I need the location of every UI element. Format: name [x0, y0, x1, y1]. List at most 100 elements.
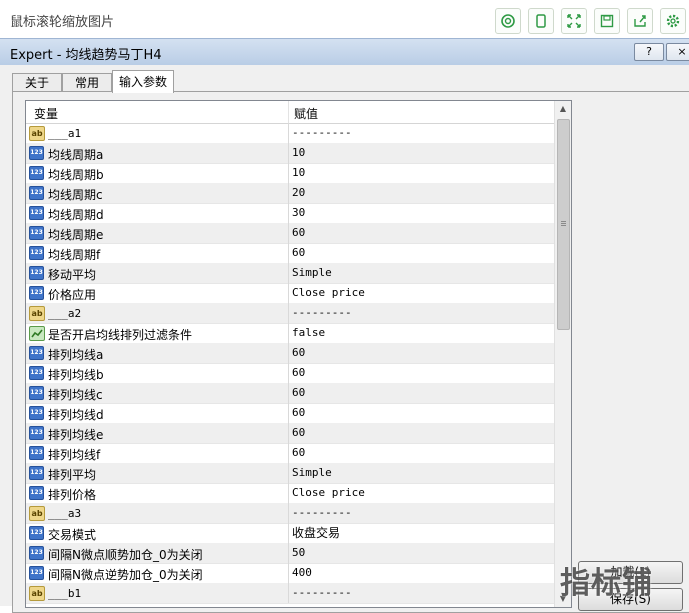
value-cell[interactable]: 60	[292, 423, 550, 443]
number-type-icon: 123	[29, 346, 44, 360]
variable-cell: 123 移动平均	[26, 263, 289, 283]
table-row[interactable]: ab ___a2 ---------	[26, 303, 554, 324]
value-cell[interactable]: 50	[292, 543, 550, 563]
table-row[interactable]: 123 均线周期c 20	[26, 183, 554, 204]
value-cell[interactable]: 60	[292, 223, 550, 243]
value-cell[interactable]: Simple	[292, 463, 550, 483]
number-type-icon: 123	[29, 446, 44, 460]
variable-cell: 是否开启均线排列过滤条件	[26, 323, 289, 343]
value-cell[interactable]: 收盘交易	[292, 523, 550, 543]
help-button[interactable]: ?	[634, 43, 664, 61]
table-row[interactable]: 123 排列均线d 60	[26, 403, 554, 424]
table-row[interactable]: 123 均线周期f 60	[26, 243, 554, 264]
variable-cell: 123 均线周期e	[26, 223, 289, 243]
table-row[interactable]: 123 交易模式 收盘交易	[26, 523, 554, 544]
table-row[interactable]: 123 均线周期b 10	[26, 163, 554, 184]
number-type-icon: 123	[29, 286, 44, 300]
tab-about[interactable]: 关于	[12, 73, 62, 92]
number-type-icon: 123	[29, 406, 44, 420]
number-type-icon: 123	[29, 426, 44, 440]
tab-inputs[interactable]: 输入参数	[112, 70, 174, 93]
table-row[interactable]: ab ___a3 ---------	[26, 503, 554, 524]
table-row[interactable]: 123 排列均线b 60	[26, 363, 554, 384]
value-cell[interactable]: Simple	[292, 263, 550, 283]
variable-name: 间隔N微点逆势加仓_0为关闭	[48, 568, 203, 582]
value-cell[interactable]: ---------	[292, 123, 550, 143]
variable-cell: ab ___b1	[26, 583, 289, 603]
phone-icon[interactable]	[528, 8, 554, 34]
close-button[interactable]: ×	[666, 43, 689, 61]
value-cell[interactable]: 30	[292, 203, 550, 223]
number-type-icon: 123	[29, 246, 44, 260]
value-cell[interactable]: Close price	[292, 483, 550, 503]
column-header-variable[interactable]: 变量	[34, 105, 58, 122]
table-row[interactable]: 123 排列平均 Simple	[26, 463, 554, 484]
scroll-thumb[interactable]	[557, 119, 570, 330]
variable-name: 排列均线f	[48, 448, 101, 462]
string-type-icon: ab	[29, 506, 45, 521]
variable-name: 均线周期f	[48, 248, 101, 262]
fullscreen-icon[interactable]	[561, 8, 587, 34]
value-cell[interactable]: 60	[292, 383, 550, 403]
table-row[interactable]: 123 均线周期d 30	[26, 203, 554, 224]
table-row[interactable]: 123 均线周期e 60	[26, 223, 554, 244]
value-cell[interactable]: 10	[292, 163, 550, 183]
table-row[interactable]: 123 间隔N微点顺势加仓_0为关闭 50	[26, 543, 554, 564]
variable-name: 交易模式	[48, 528, 97, 542]
value-cell[interactable]: 60	[292, 443, 550, 463]
number-type-icon: 123	[29, 546, 44, 560]
value-cell[interactable]: 20	[292, 183, 550, 203]
table-row[interactable]: 123 价格应用 Close price	[26, 283, 554, 304]
variable-cell: 123 均线周期d	[26, 203, 289, 223]
variable-cell: 123 排列均线c	[26, 383, 289, 403]
vertical-scrollbar[interactable]: ▲ ▼	[554, 101, 571, 607]
value-cell[interactable]: 60	[292, 243, 550, 263]
value-cell[interactable]: 60	[292, 343, 550, 363]
share-icon[interactable]	[627, 8, 653, 34]
number-type-icon: 123	[29, 526, 44, 540]
variable-cell: 123 排列均线d	[26, 403, 289, 423]
value-cell[interactable]: ---------	[292, 503, 550, 523]
variable-name: ___a3	[48, 507, 82, 520]
column-header-value[interactable]: 赋值	[294, 105, 318, 122]
value-cell[interactable]: 10	[292, 143, 550, 163]
save-icon[interactable]	[594, 8, 620, 34]
table-row[interactable]: 123 均线周期a 10	[26, 143, 554, 164]
variable-cell: 123 排列均线b	[26, 363, 289, 383]
number-type-icon: 123	[29, 366, 44, 380]
number-type-icon: 123	[29, 466, 44, 480]
column-divider[interactable]	[288, 101, 289, 123]
value-cell[interactable]: false	[292, 323, 550, 343]
variable-name: 间隔N微点顺势加仓_0为关闭	[48, 548, 203, 562]
value-cell[interactable]: ---------	[292, 303, 550, 323]
table-row[interactable]: 123 排列均线e 60	[26, 423, 554, 444]
table-row[interactable]: 123 排列价格 Close price	[26, 483, 554, 504]
table-row[interactable]: 是否开启均线排列过滤条件 false	[26, 323, 554, 344]
variable-cell: ab ___a3	[26, 503, 289, 523]
table-row[interactable]: ab ___a1 ---------	[26, 123, 554, 144]
value-cell[interactable]: 400	[292, 563, 550, 583]
tab-common[interactable]: 常用	[62, 73, 112, 92]
table-row[interactable]: 123 间隔N微点逆势加仓_0为关闭 400	[26, 563, 554, 584]
variable-cell: 123 间隔N微点顺势加仓_0为关闭	[26, 543, 289, 563]
table-row[interactable]: 123 移动平均 Simple	[26, 263, 554, 284]
variable-cell: 123 排列平均	[26, 463, 289, 483]
value-cell[interactable]: ---------	[292, 583, 550, 603]
table-row[interactable]: 123 排列均线c 60	[26, 383, 554, 404]
dialog-titlebar: Expert - 均线趋势马丁H4 ? ×	[0, 38, 689, 66]
grid-header: 变量 赋值	[26, 101, 554, 124]
string-type-icon: ab	[29, 306, 45, 321]
scan-icon[interactable]	[495, 8, 521, 34]
value-cell[interactable]: 60	[292, 363, 550, 383]
variable-cell: 123 均线周期c	[26, 183, 289, 203]
table-row[interactable]: 123 排列均线a 60	[26, 343, 554, 364]
table-row[interactable]: ab ___b1 ---------	[26, 583, 554, 604]
variable-name: 均线周期c	[48, 188, 103, 202]
number-type-icon: 123	[29, 186, 44, 200]
settings-icon[interactable]	[660, 8, 686, 34]
table-row[interactable]: 123 排列均线f 60	[26, 443, 554, 464]
value-cell[interactable]: Close price	[292, 283, 550, 303]
variable-name: 均线周期e	[48, 228, 104, 242]
value-cell[interactable]: 60	[292, 403, 550, 423]
scroll-up-icon[interactable]: ▲	[555, 101, 571, 117]
